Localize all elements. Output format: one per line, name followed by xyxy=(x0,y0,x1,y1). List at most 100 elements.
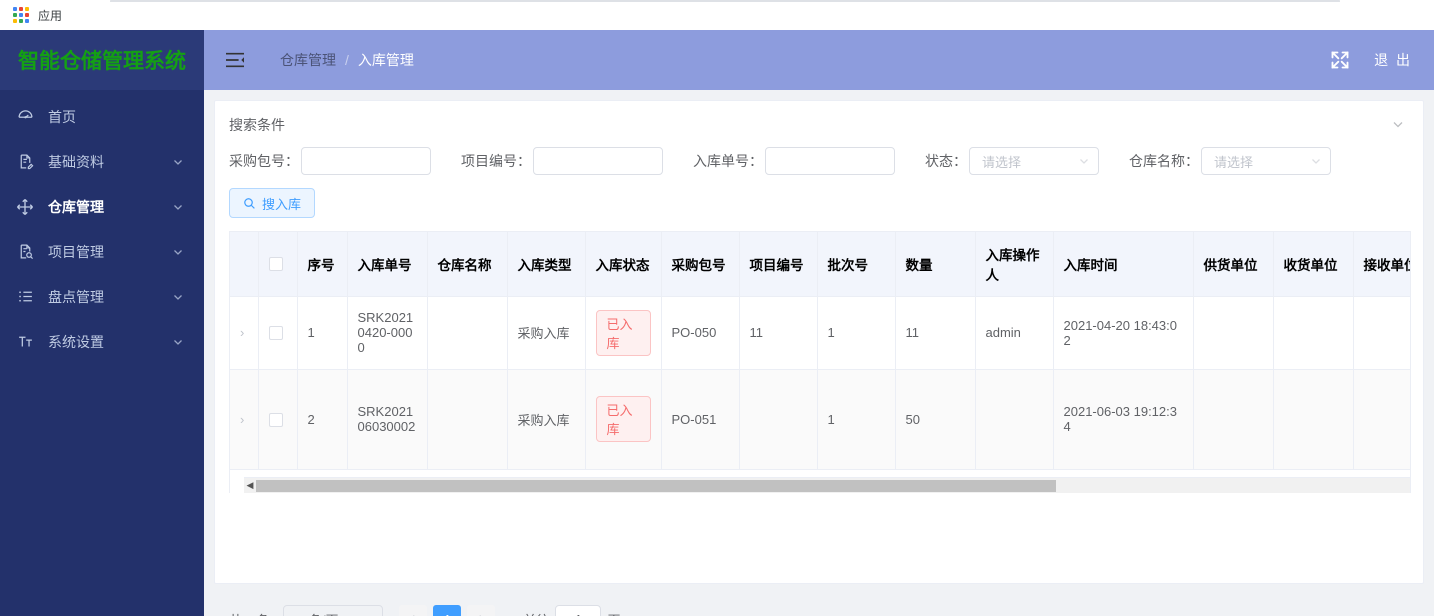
sidebar-item-label: 盘点管理 xyxy=(48,288,104,305)
status-badge: 已入库 xyxy=(595,396,651,442)
breadcrumb-current: 入库管理 xyxy=(357,52,414,68)
cell-batch-no: 1 xyxy=(817,296,896,370)
pagination-prev-button[interactable] xyxy=(399,605,428,616)
sidebar-item-stocktaking[interactable]: 盘点管理 xyxy=(0,274,204,319)
sidebar-item-label: 基础资料 xyxy=(48,153,104,170)
cell-in-type: 采购入库 xyxy=(507,369,586,470)
field-label-project-no: 项目编号： xyxy=(461,153,531,169)
th-receiver: 收货单位 xyxy=(1273,232,1354,297)
field-label-purchase-package: 采购包号： xyxy=(229,153,299,169)
apps-grid-icon[interactable] xyxy=(13,7,29,23)
row-expand-cell[interactable]: › xyxy=(230,296,259,370)
sidebar-item-system-settings[interactable]: 系统设置 xyxy=(0,319,204,364)
pagination: 共 2 条 10条/页 1 前往 页 xyxy=(229,605,621,616)
table-row[interactable]: › 1 SRK20210420-0000 采购入库 已入库 PO-050 11 … xyxy=(230,296,1410,370)
cell-supplier xyxy=(1193,369,1274,470)
th-qty: 数量 xyxy=(895,232,976,297)
pagination-total: 共 2 条 xyxy=(229,610,269,616)
field-warehouse-name: 仓库名称： 请选择 xyxy=(1129,147,1331,175)
browser-tab-strip-shape xyxy=(110,0,1340,2)
warehouse-name-select[interactable]: 请选择 xyxy=(1201,147,1331,175)
apps-label[interactable]: 应用 xyxy=(38,7,62,24)
th-accept-unit: 接收单位 xyxy=(1353,232,1410,297)
move-cross-icon xyxy=(14,196,36,218)
purchase-package-input[interactable] xyxy=(301,147,431,175)
page-size-select[interactable]: 10条/页 xyxy=(283,605,384,616)
cell-receiver xyxy=(1273,369,1354,470)
sidebar-item-label: 项目管理 xyxy=(48,243,104,260)
document-edit-icon xyxy=(14,151,36,173)
cell-operator: admin xyxy=(975,296,1054,370)
cell-batch-no: 1 xyxy=(817,369,896,470)
breadcrumb-separator: / xyxy=(345,52,349,68)
status-select[interactable]: 请选择 xyxy=(969,147,1099,175)
main-content: 搜索条件 采购包号： 项目编号： 入库单号： 状态： 请选择 仓库名称： 请选择… xyxy=(204,90,1434,616)
document-search-icon xyxy=(14,241,36,263)
th-expand xyxy=(230,232,259,297)
th-in-status: 入库状态 xyxy=(585,232,662,297)
dashboard-icon xyxy=(14,106,36,128)
row-expand-cell[interactable]: › xyxy=(230,369,259,470)
cell-in-type: 采购入库 xyxy=(507,296,586,370)
chevron-down-icon[interactable] xyxy=(1391,117,1405,131)
pagination-next-button[interactable] xyxy=(467,605,496,616)
sidebar-item-project[interactable]: 项目管理 xyxy=(0,229,204,274)
field-inbound-order-no: 入库单号： xyxy=(693,147,895,175)
cell-in-status: 已入库 xyxy=(585,369,662,470)
th-warehouse: 仓库名称 xyxy=(427,232,508,297)
row-checkbox[interactable] xyxy=(268,412,283,427)
th-in-time: 入库时间 xyxy=(1053,232,1194,297)
search-inbound-button[interactable]: 搜入库 xyxy=(229,188,316,218)
scrollbar-track[interactable] xyxy=(256,478,1410,494)
pagination-page-1[interactable]: 1 xyxy=(433,605,462,616)
chevron-down-icon xyxy=(174,339,182,345)
fullscreen-expand-icon[interactable] xyxy=(1330,50,1350,70)
chevron-down-icon xyxy=(1312,159,1320,164)
cell-in-status: 已入库 xyxy=(585,296,662,370)
status-select-value: 请选择 xyxy=(982,154,1022,170)
select-all-checkbox[interactable] xyxy=(268,257,283,272)
cell-index: 2 xyxy=(297,369,348,470)
breadcrumb-parent[interactable]: 仓库管理 xyxy=(280,50,336,70)
inbound-table: 序号 入库单号 仓库名称 入库类型 入库状态 采购包号 项目编号 批次号 数量 … xyxy=(230,232,1410,470)
cell-supplier xyxy=(1193,296,1274,370)
hamburger-fold-icon[interactable] xyxy=(224,51,246,69)
expand-row-icon[interactable]: › xyxy=(240,326,244,339)
cell-purchase-pkg: PO-050 xyxy=(661,296,740,370)
search-panel-title: 搜索条件 xyxy=(229,117,285,133)
sidebar-item-warehouse[interactable]: 仓库管理 xyxy=(0,184,204,229)
table-row[interactable]: › 2 SRK202106030002 采购入库 已入库 PO-051 1 50… xyxy=(230,369,1410,470)
inbound-order-no-input[interactable] xyxy=(765,147,895,175)
field-status: 状态： 请选择 xyxy=(925,147,1099,175)
field-label-inbound-order-no: 入库单号： xyxy=(693,153,763,169)
cell-qty: 50 xyxy=(895,369,976,470)
th-project-no: 项目编号 xyxy=(739,232,818,297)
expand-row-icon[interactable]: › xyxy=(240,413,244,426)
sidebar-item-basic-data[interactable]: 基础资料 xyxy=(0,139,204,184)
cell-accept-unit xyxy=(1353,369,1410,470)
cell-receiver xyxy=(1273,296,1354,370)
project-no-input[interactable] xyxy=(533,147,663,175)
cell-index: 1 xyxy=(297,296,348,370)
sidebar-item-label: 首页 xyxy=(48,108,76,125)
search-icon xyxy=(244,197,255,209)
scroll-left-arrow-icon[interactable]: ◀ xyxy=(244,480,256,491)
pagination-jump-input[interactable] xyxy=(555,605,602,616)
chevron-down-icon xyxy=(174,294,182,300)
row-checkbox-cell[interactable] xyxy=(258,369,298,470)
logout-button[interactable]: 退 出 xyxy=(1374,50,1412,70)
table-horizontal-scrollbar[interactable]: ◀ ▶ xyxy=(244,477,1410,494)
inbound-table-body: › 1 SRK20210420-0000 采购入库 已入库 PO-050 11 … xyxy=(230,296,1410,470)
scrollbar-thumb[interactable] xyxy=(256,479,1056,492)
content-card: 搜索条件 采购包号： 项目编号： 入库单号： 状态： 请选择 仓库名称： 请选择… xyxy=(214,100,1424,616)
search-fields-row: 采购包号： 项目编号： 入库单号： 状态： 请选择 仓库名称： 请选择 xyxy=(215,135,1423,175)
app-logo-text: 智能仓储管理系统 xyxy=(18,50,186,73)
sidebar-item-label: 系统设置 xyxy=(48,333,104,350)
chevron-down-icon xyxy=(174,159,182,165)
pagination-jump-suffix: 页 xyxy=(607,610,620,616)
field-label-warehouse-name: 仓库名称： xyxy=(1129,153,1199,169)
row-checkbox-cell[interactable] xyxy=(258,296,298,370)
sidebar-item-home[interactable]: 首页 xyxy=(0,94,204,139)
row-checkbox[interactable] xyxy=(268,326,283,341)
th-order-no: 入库单号 xyxy=(347,232,428,297)
